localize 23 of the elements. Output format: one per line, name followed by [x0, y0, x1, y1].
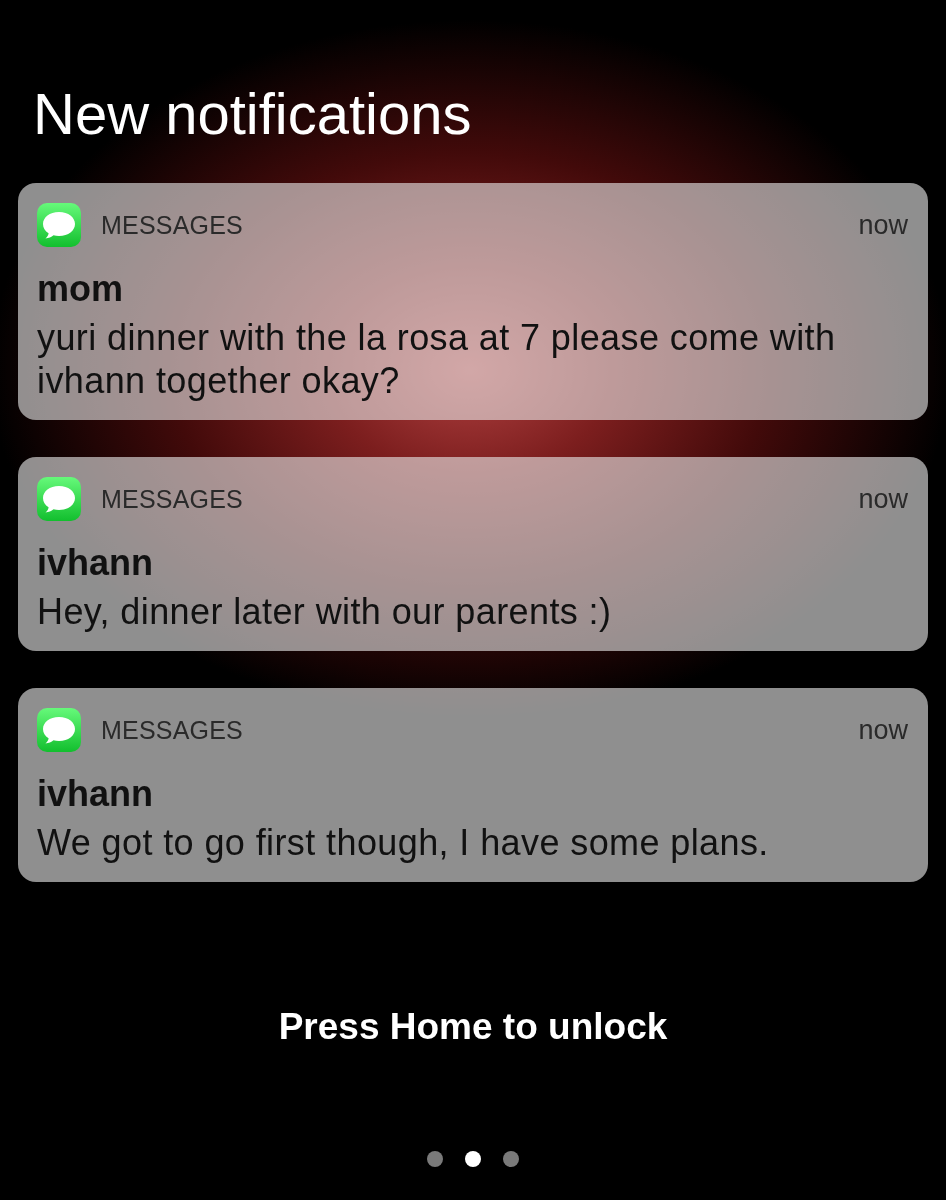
page-dot[interactable]	[465, 1151, 481, 1167]
message-text: We got to go first though, I have some plans.	[37, 821, 770, 864]
message-text: Hey, dinner later with our parents :)	[37, 590, 613, 633]
sender-name: ivhann	[37, 543, 153, 583]
app-name: MESSAGES	[101, 210, 243, 240]
sender-name: mom	[37, 269, 123, 309]
notification-card[interactable]: MESSAGES now mom yuri dinner with the la rosa at 7 please come with ivhann together okay?	[18, 183, 928, 420]
notification-card[interactable]: MESSAGES now ivhann We got to go first though, I have some plans.	[18, 688, 928, 882]
chat-bubble-icon	[37, 477, 81, 521]
timestamp: now	[858, 483, 908, 515]
timestamp: now	[858, 209, 908, 241]
message-text: yuri dinner with the la rosa at 7 please come with ivhann together okay?	[37, 316, 837, 402]
unlock-hint: Press Home to unlock	[278, 1005, 668, 1049]
chat-bubble-icon	[37, 203, 81, 247]
chat-bubble-icon	[37, 708, 81, 752]
app-name: MESSAGES	[101, 715, 243, 745]
notification-card[interactable]: MESSAGES now ivhann Hey, dinner later with our parents :)	[18, 457, 928, 651]
timestamp: now	[858, 714, 908, 746]
page-dot[interactable]	[427, 1151, 443, 1167]
sender-name: ivhann	[37, 774, 153, 814]
page-dot[interactable]	[503, 1151, 519, 1167]
screen-title: New notifications	[33, 84, 472, 144]
app-name: MESSAGES	[101, 484, 243, 514]
